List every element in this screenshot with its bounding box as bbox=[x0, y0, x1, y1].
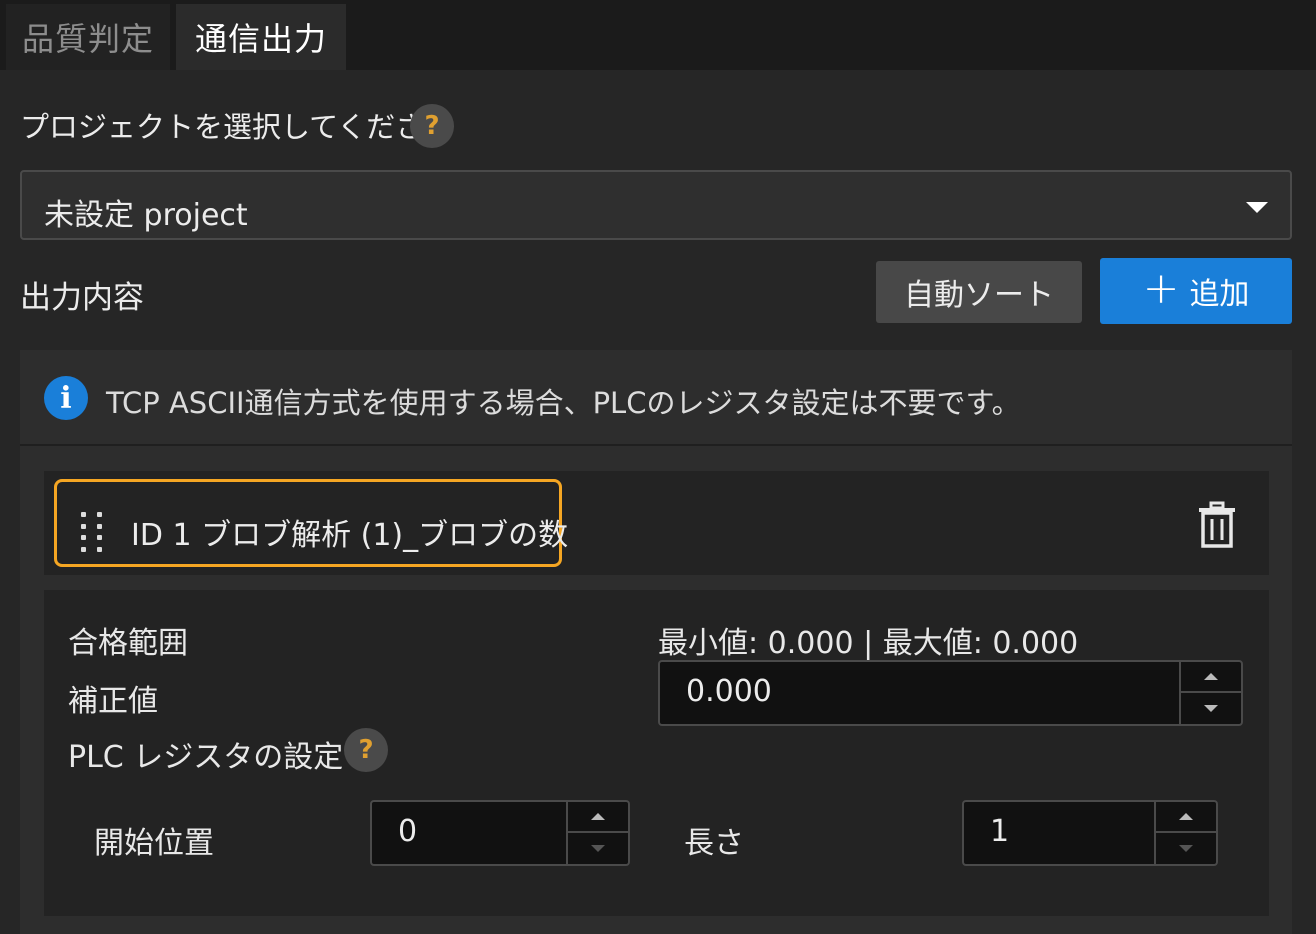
start-position-spinbox[interactable]: 0 bbox=[370, 800, 630, 866]
add-button-label: 追加 bbox=[1189, 277, 1250, 312]
chevron-down-icon bbox=[1246, 202, 1268, 213]
help-icon[interactable]: ? bbox=[344, 728, 388, 772]
length-label: 長さ bbox=[684, 826, 744, 861]
output-item-title: ID 1 ブロブ解析 (1)_ブロブの数 bbox=[131, 518, 569, 553]
plus-icon: + bbox=[1142, 263, 1180, 314]
start-spin-buttons bbox=[566, 802, 628, 864]
pass-range-value: 最小値: 0.000 | 最大値: 0.000 bbox=[658, 626, 1079, 661]
start-position-label: 開始位置 bbox=[94, 826, 214, 861]
tab-quality-judgment[interactable]: 品質判定 bbox=[6, 4, 170, 70]
start-position-value: 0 bbox=[398, 814, 418, 849]
length-value: 1 bbox=[990, 814, 1010, 849]
help-icon[interactable]: ? bbox=[410, 104, 454, 148]
auto-sort-button[interactable]: 自動ソート bbox=[876, 261, 1082, 323]
plc-register-label: PLC レジスタの設定 bbox=[68, 740, 344, 775]
project-select-value: 未設定 project bbox=[44, 198, 248, 233]
output-content-title: 出力内容 bbox=[20, 280, 144, 316]
output-panel: i TCP ASCII通信方式を使用する場合、PLCのレジスタ設定は不要です。 … bbox=[20, 350, 1292, 934]
spin-down-icon[interactable] bbox=[1181, 693, 1241, 724]
offset-spin-buttons bbox=[1179, 662, 1241, 724]
project-select[interactable]: 未設定 project bbox=[20, 170, 1292, 240]
pass-range-label: 合格範囲 bbox=[68, 626, 188, 661]
project-select-label: プロジェクトを選択してください bbox=[20, 110, 454, 144]
tab-communication-output[interactable]: 通信出力 bbox=[176, 4, 346, 70]
length-spin-buttons bbox=[1154, 802, 1216, 864]
info-text: TCP ASCII通信方式を使用する場合、PLCのレジスタ設定は不要です。 bbox=[106, 386, 1021, 420]
output-item-body: 合格範囲 最小値: 0.000 | 最大値: 0.000 補正値 0.000 P… bbox=[44, 590, 1269, 916]
offset-value: 0.000 bbox=[686, 674, 772, 709]
offset-label: 補正値 bbox=[68, 684, 158, 719]
tab-bar: 品質判定 通信出力 bbox=[0, 0, 1316, 70]
offset-spinbox[interactable]: 0.000 bbox=[658, 660, 1243, 726]
item-highlight-box: ID 1 ブロブ解析 (1)_ブロブの数 bbox=[54, 479, 568, 567]
spin-up-icon[interactable] bbox=[568, 802, 628, 833]
add-button[interactable]: + 追加 bbox=[1100, 258, 1292, 324]
spin-down-icon[interactable] bbox=[568, 833, 628, 864]
spin-down-icon[interactable] bbox=[1156, 833, 1216, 864]
drag-handle-icon[interactable] bbox=[81, 512, 107, 552]
length-spinbox[interactable]: 1 bbox=[962, 800, 1218, 866]
output-item-header[interactable]: ID 1 ブロブ解析 (1)_ブロブの数 bbox=[44, 471, 1269, 575]
info-icon: i bbox=[44, 376, 88, 420]
spin-up-icon[interactable] bbox=[1156, 802, 1216, 833]
spin-up-icon[interactable] bbox=[1181, 662, 1241, 693]
trash-icon[interactable] bbox=[1197, 501, 1237, 549]
info-banner: i TCP ASCII通信方式を使用する場合、PLCのレジスタ設定は不要です。 bbox=[20, 350, 1292, 446]
